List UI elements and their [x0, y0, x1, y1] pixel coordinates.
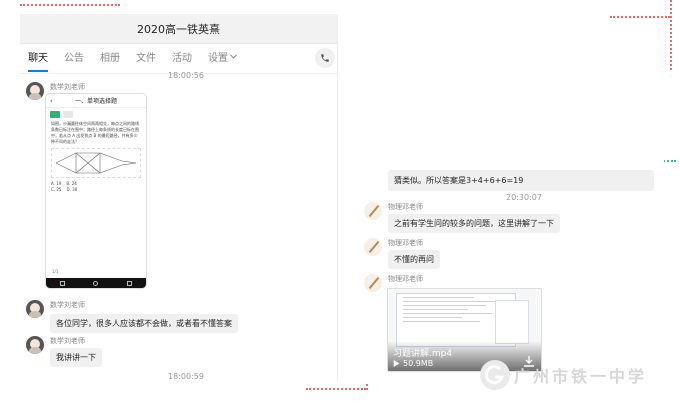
- window-title: 2020高一铁英熹: [137, 22, 220, 36]
- screenshot-title: 一、单项选择题: [74, 98, 117, 105]
- avatar[interactable]: [364, 274, 382, 292]
- tag-icon: [63, 111, 73, 118]
- back-icon: [126, 280, 132, 286]
- call-button[interactable]: [315, 48, 335, 68]
- chevron-down-icon: [230, 54, 237, 59]
- option-d: D. 30: [66, 187, 78, 192]
- tab-album[interactable]: 相册: [100, 49, 120, 68]
- screenshot-header: ‹ 一、单项选择题: [46, 94, 146, 108]
- window-title-bar: 2020高一铁英熹: [20, 14, 337, 44]
- option-c: C. 25: [51, 187, 62, 192]
- chat-bubble: 猜类似。所以答案是3+4+6+6=19: [388, 170, 654, 191]
- screenshot-tags: [46, 108, 146, 121]
- timestamp: 20:30:07: [506, 193, 542, 202]
- screenshot-problem-text: 如图，沙漏圆柱体空间两两相交，每点之间的路线条数已标注在图中；路径上每条线的长度…: [51, 121, 139, 144]
- phone-icon: [321, 54, 329, 62]
- tab-chat[interactable]: 聊天: [28, 49, 48, 72]
- tab-files-label: 文件: [136, 53, 156, 64]
- tab-album-label: 相册: [100, 53, 120, 64]
- sender-name: 数学刘老师: [50, 83, 85, 91]
- tab-announcement[interactable]: 公告: [64, 49, 84, 68]
- school-watermark: 广州市铁一中学: [480, 360, 647, 390]
- sender-name: 物理邓老师: [388, 239, 423, 247]
- option-a: A. 19: [51, 181, 62, 186]
- chat-bubble: 之前有学生问的较多的问题，这里讲解了一下: [388, 214, 560, 233]
- image-message[interactable]: ‹ 一、单项选择题 如图，沙漏圆柱体空间两两相交，每点之间的路线条数已标注在图中…: [46, 94, 146, 288]
- decor-line-right-mid: [610, 16, 670, 18]
- timestamp: 18:00:59: [168, 372, 204, 381]
- video-filename: 习题讲解.mp4: [393, 349, 453, 359]
- tab-settings[interactable]: 设置: [208, 49, 237, 68]
- graph-diagram: [55, 152, 137, 174]
- chat-bubble: 不懂的再问: [388, 250, 440, 269]
- decor-line-bottom: [306, 388, 366, 390]
- screenshot-progress: 1/1: [52, 269, 59, 274]
- sender-name: 数学刘老师: [50, 301, 85, 309]
- menu-icon: [60, 280, 66, 286]
- tab-files[interactable]: 文件: [136, 49, 156, 68]
- back-arrow-icon: ‹: [50, 96, 53, 105]
- avatar[interactable]: [26, 300, 44, 318]
- decor-line-right: [670, 0, 672, 70]
- watermark-text: 广州市铁一中学: [514, 367, 648, 386]
- avatar[interactable]: [26, 82, 44, 100]
- group-chat-window: 2020高一铁英熹 聊天 公告 相册 文件 活动 设置 18:00:56 数学刘…: [20, 14, 338, 382]
- video-thumbnail: [396, 293, 529, 347]
- problem-diagram: [51, 148, 141, 178]
- avatar[interactable]: [26, 336, 44, 354]
- chat-bubble: 各位同学，很多人应该都不会做，或者看不懂答案: [50, 314, 238, 333]
- tab-activity[interactable]: 活动: [172, 49, 192, 68]
- tab-announcement-label: 公告: [64, 53, 84, 64]
- screenshot-options: A. 19 B. 24 C. 25 D. 30: [46, 181, 146, 193]
- timestamp: 18:00:56: [168, 71, 204, 80]
- tab-bar: 聊天 公告 相册 文件 活动 设置: [20, 44, 337, 74]
- avatar[interactable]: [364, 202, 382, 220]
- tab-activity-label: 活动: [172, 53, 192, 64]
- home-icon: [93, 280, 99, 286]
- chat-window-right: 猜类似。所以答案是3+4+6+6=19 20:30:07 物理邓老师 之前有学生…: [358, 160, 664, 382]
- decor-line-top: [20, 4, 120, 6]
- sender-name: 数学刘老师: [50, 337, 85, 345]
- option-b: B. 24: [66, 181, 77, 186]
- avatar[interactable]: [364, 238, 382, 256]
- sender-name: 物理邓老师: [388, 203, 423, 211]
- chat-bubble: 我讲讲一下: [50, 348, 102, 367]
- tab-settings-label: 设置: [208, 53, 228, 64]
- school-logo-icon: [480, 360, 510, 390]
- sender-name: 物理邓老师: [388, 275, 423, 283]
- phone-nav-bar: [46, 278, 146, 288]
- tab-chat-label: 聊天: [28, 53, 48, 64]
- play-icon: [393, 360, 400, 367]
- video-filesize: 50.9MB: [393, 359, 433, 368]
- video-size-label: 50.9MB: [403, 359, 434, 368]
- tag-icon: [50, 111, 60, 118]
